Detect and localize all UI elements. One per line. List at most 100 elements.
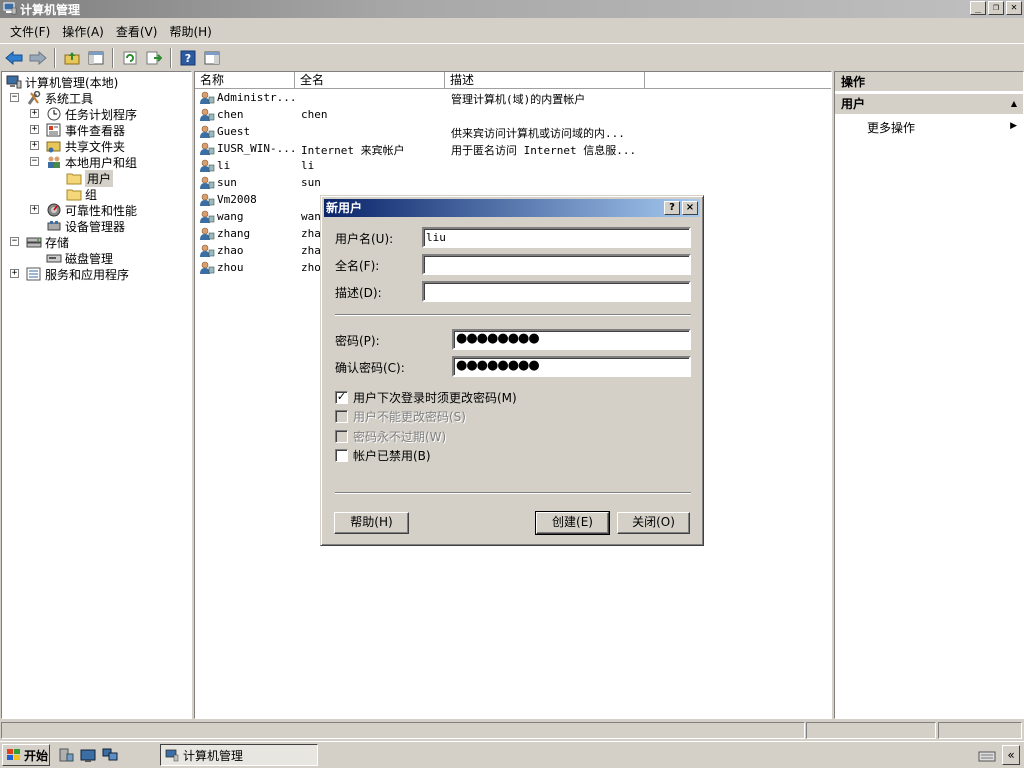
tree-expander[interactable]: + — [10, 269, 19, 278]
navigation-tree: 计算机管理(本地) − 系统工具 + 任务计划程序 + 事件查看器 + 共享文件夹 − 本地用户和组… — [1, 71, 192, 719]
dialog-close-icon[interactable]: × — [682, 201, 698, 215]
close-button[interactable]: ✕ — [1006, 1, 1022, 15]
table-row[interactable]: chen chen — [195, 106, 831, 123]
dialog-help-icon[interactable]: ? — [664, 201, 680, 215]
separator — [335, 314, 691, 316]
cell-description: 管理计算机(域)的内置帐户 — [451, 93, 586, 106]
description-field[interactable] — [422, 281, 691, 302]
cell-fullname: zho — [301, 261, 321, 274]
tree-item[interactable]: 事件查看器 — [46, 122, 125, 138]
collapse-arrow-icon[interactable]: ▲ — [1011, 94, 1017, 114]
tree-item-label: 存储 — [45, 235, 70, 250]
tree-expander[interactable]: − — [10, 237, 19, 246]
tree-item-label: 本地用户和组 — [65, 155, 138, 170]
tree-item[interactable]: 可靠性和性能 — [46, 202, 137, 218]
close-dialog-button[interactable]: 关闭(O) — [617, 512, 690, 534]
more-actions-item[interactable]: 更多操作 — [867, 119, 915, 136]
refresh-icon[interactable] — [119, 47, 141, 69]
cell-fullname: chen — [301, 108, 328, 121]
password-field[interactable]: ●●●●●●●● — [452, 329, 691, 350]
network-icon[interactable] — [102, 748, 118, 765]
tree-item[interactable]: 用户 — [66, 169, 114, 187]
account-disabled-checkbox[interactable] — [335, 449, 348, 462]
menu-help[interactable]: 帮助(H) — [163, 23, 217, 40]
forward-icon[interactable] — [27, 47, 49, 69]
tree-item[interactable]: 服务和应用程序 — [26, 266, 129, 282]
menu-file[interactable]: 文件(F) — [4, 23, 56, 40]
tree-item[interactable]: 系统工具 — [26, 90, 93, 106]
table-row[interactable]: li li — [195, 157, 831, 174]
tree-item[interactable]: 共享文件夹 — [46, 138, 125, 154]
must-change-password-checkbox-row[interactable]: ✓ 用户下次登录时须更改密码(M) — [335, 389, 517, 406]
cannot-change-password-checkbox[interactable] — [335, 410, 348, 423]
tray-expand-button[interactable]: « — [1002, 745, 1020, 765]
tree-expander[interactable]: + — [30, 125, 39, 134]
status-cell-2 — [806, 722, 936, 739]
export-list-icon[interactable] — [143, 47, 165, 69]
fullname-label: 全名(F): — [335, 259, 380, 273]
windows-logo-icon — [7, 749, 20, 760]
cannot-change-password-checkbox-row[interactable]: 用户不能更改密码(S) — [335, 408, 466, 425]
column-header-description[interactable]: 描述 — [445, 72, 645, 89]
start-label: 开始 — [24, 748, 49, 763]
tree-item[interactable]: 设备管理器 — [46, 218, 125, 234]
help-icon[interactable]: ? — [177, 47, 199, 69]
dialog-titlebar: 新用户 ? × — [324, 199, 700, 217]
table-row[interactable]: sun sun — [195, 174, 831, 191]
taskbar-item-computer-management[interactable]: 计算机管理 — [160, 744, 318, 766]
help-button[interactable]: 帮助(H) — [334, 512, 409, 534]
user-icon — [199, 142, 215, 156]
cell-description: 用于匿名访问 Internet 信息服... — [451, 144, 637, 157]
user-icon — [199, 193, 215, 207]
tree-item[interactable]: 任务计划程序 — [46, 106, 137, 122]
column-header-fullname[interactable]: 全名 — [295, 72, 445, 89]
tree-item[interactable]: 存储 — [26, 234, 69, 250]
user-icon — [199, 176, 215, 190]
table-row[interactable]: Guest 供来宾访问计算机或访问域的内... — [195, 123, 831, 140]
performance-icon — [46, 203, 62, 217]
tree-expander[interactable]: + — [30, 205, 39, 214]
cell-fullname: zha — [301, 227, 321, 240]
tree-expander[interactable]: + — [30, 141, 39, 150]
user-icon — [199, 210, 215, 224]
tree-expander[interactable]: − — [10, 93, 19, 102]
cell-name: li — [217, 159, 231, 172]
table-row[interactable]: IUSR_WIN-... Internet 来宾帐户 用于匿名访问 Internet… — [195, 140, 831, 157]
account-disabled-checkbox-row[interactable]: 帐户已禁用(B) — [335, 447, 431, 464]
show-action-pane-icon[interactable] — [201, 47, 223, 69]
fullname-field[interactable] — [422, 254, 691, 275]
column-header-name[interactable]: 名称 — [195, 72, 295, 89]
show-hide-tree-icon[interactable] — [85, 47, 107, 69]
tree-item[interactable]: 计算机管理(本地) — [6, 74, 118, 90]
tree-expander[interactable]: − — [30, 157, 39, 166]
tree-item[interactable]: 磁盘管理 — [46, 250, 113, 266]
password-never-expires-checkbox[interactable] — [335, 430, 348, 443]
tree-item[interactable]: 组 — [66, 186, 97, 202]
server-manager-icon[interactable] — [58, 748, 74, 765]
must-change-password-checkbox[interactable]: ✓ — [335, 391, 348, 404]
actions-section-users[interactable]: 用户 ▲ — [835, 94, 1023, 114]
restore-button[interactable]: ❐ — [988, 1, 1004, 15]
create-button[interactable]: 创建(E) — [535, 511, 610, 535]
tree-item[interactable]: 本地用户和组 — [46, 154, 137, 170]
minimize-button[interactable]: _ — [970, 1, 986, 15]
clock-icon — [46, 107, 62, 121]
keyboard-icon[interactable] — [978, 748, 996, 765]
back-icon[interactable] — [3, 47, 25, 69]
cell-name: Vm2008 — [217, 193, 257, 206]
table-row[interactable]: Administr... 管理计算机(域)的内置帐户 — [195, 89, 831, 106]
menu-view[interactable]: 查看(V) — [110, 23, 164, 40]
start-button[interactable]: 开始 — [2, 744, 50, 766]
menu-action[interactable]: 操作(A) — [56, 23, 110, 40]
separator-bottom — [335, 492, 691, 494]
password-never-expires-checkbox-row[interactable]: 密码永不过期(W) — [335, 428, 446, 445]
show-desktop-icon[interactable] — [80, 748, 96, 765]
tree-expander[interactable]: + — [30, 109, 39, 118]
device-manager-icon — [46, 219, 62, 233]
username-field[interactable]: liu — [422, 227, 691, 248]
cell-name: Administr... — [217, 91, 297, 104]
up-folder-icon[interactable] — [61, 47, 83, 69]
cell-description: 供来宾访问计算机或访问域的内... — [451, 127, 625, 140]
status-bar — [0, 721, 1024, 740]
confirm-password-field[interactable]: ●●●●●●●● — [452, 356, 691, 377]
